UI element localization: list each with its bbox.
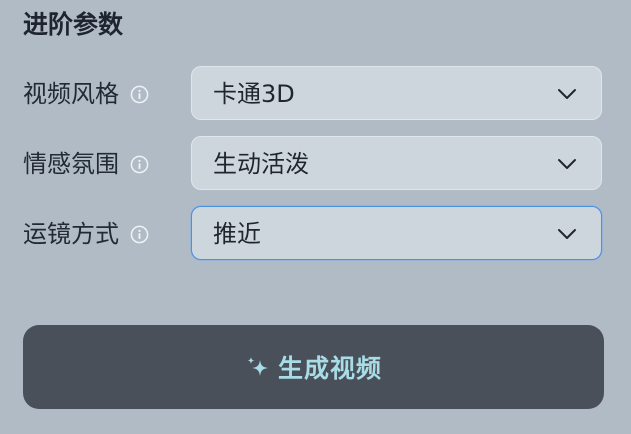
param-label-wrap: 视频风格	[23, 74, 149, 114]
param-label-wrap: 情感氛围	[23, 144, 149, 184]
chevron-down-icon	[558, 89, 576, 99]
info-icon[interactable]	[130, 155, 149, 174]
emotion-select[interactable]: 生动活泼	[191, 136, 602, 190]
generate-video-button[interactable]: 生成视频	[23, 325, 604, 409]
camera-movement-select[interactable]: 推近	[191, 206, 602, 260]
select-value: 卡通3D	[213, 80, 295, 108]
select-value: 生动活泼	[213, 150, 309, 178]
param-label: 视频风格	[23, 80, 119, 108]
section-title: 进阶参数	[23, 10, 124, 39]
param-row-video-style: 视频风格 卡通3D	[0, 66, 631, 122]
info-icon[interactable]	[130, 85, 149, 104]
param-row-camera-movement: 运镜方式 推近	[0, 206, 631, 262]
sparkle-icon	[247, 357, 268, 376]
param-label: 运镜方式	[23, 220, 119, 248]
info-icon[interactable]	[130, 225, 149, 244]
chevron-down-icon	[558, 229, 576, 239]
param-label: 情感氛围	[23, 150, 119, 178]
param-label-wrap: 运镜方式	[23, 214, 149, 254]
param-row-emotion: 情感氛围 生动活泼	[0, 136, 631, 192]
select-value: 推近	[213, 220, 261, 248]
generate-button-label: 生成视频	[277, 354, 382, 383]
chevron-down-icon	[558, 159, 576, 169]
video-style-select[interactable]: 卡通3D	[191, 66, 602, 120]
